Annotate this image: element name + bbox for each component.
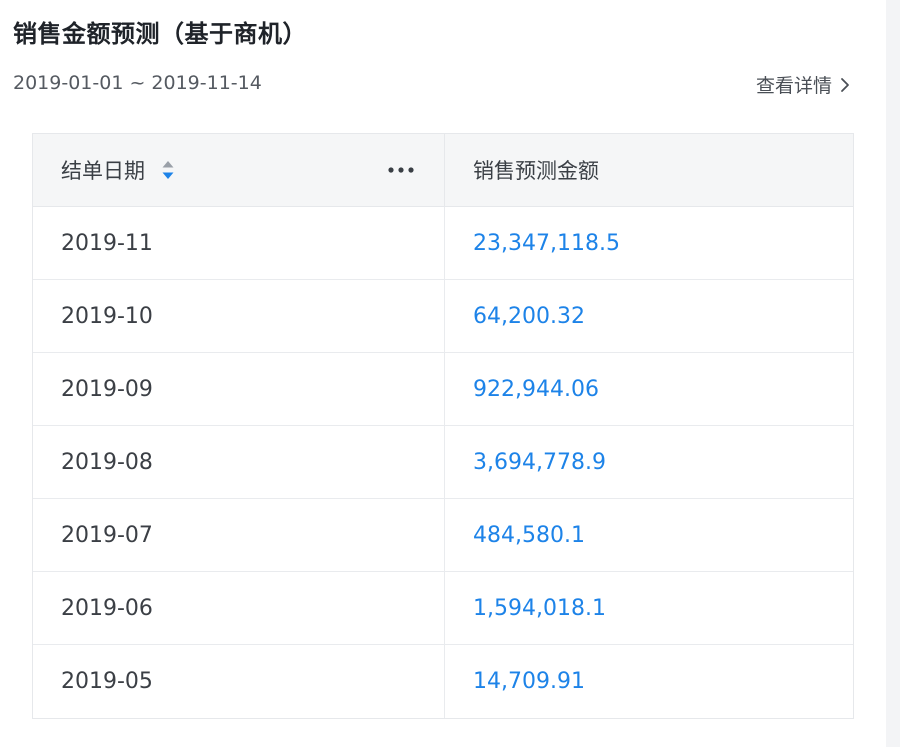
close-date-cell: 2019-07 — [33, 499, 445, 571]
forecast-table: 结单日期 销售预测金额 2019-11 23,347,118.5 2019-10… — [32, 133, 854, 719]
table-row: 2019-07 484,580.1 — [33, 499, 853, 572]
table-body: 2019-11 23,347,118.5 2019-10 64,200.32 2… — [33, 207, 853, 718]
date-range: 2019-01-01 ~ 2019-11-14 — [13, 72, 262, 94]
column-header-close-date[interactable]: 结单日期 — [33, 134, 445, 206]
close-date-cell: 2019-11 — [33, 207, 445, 279]
view-details-link[interactable]: 查看详情 — [756, 71, 853, 98]
close-date-cell: 2019-08 — [33, 426, 445, 498]
forecast-amount-link[interactable]: 14,709.91 — [445, 645, 853, 718]
close-date-cell: 2019-05 — [33, 645, 445, 718]
close-date-cell: 2019-09 — [33, 353, 445, 425]
page-title: 销售金额预测（基于商机） — [13, 20, 307, 48]
column-header-label: 销售预测金额 — [473, 159, 599, 183]
table-header: 结单日期 销售预测金额 — [33, 134, 853, 207]
table-row: 2019-05 14,709.91 — [33, 645, 853, 718]
view-details-label: 查看详情 — [755, 75, 832, 97]
forecast-amount-link[interactable]: 1,594,018.1 — [445, 572, 853, 644]
sort-icon[interactable] — [161, 155, 175, 185]
more-icon[interactable] — [386, 165, 416, 175]
column-header-forecast-amount[interactable]: 销售预测金额 — [445, 134, 853, 206]
close-date-cell: 2019-06 — [33, 572, 445, 644]
forecast-amount-link[interactable]: 484,580.1 — [445, 499, 853, 571]
table-row: 2019-11 23,347,118.5 — [33, 207, 853, 280]
table-row: 2019-06 1,594,018.1 — [33, 572, 853, 645]
sales-forecast-panel: 销售金额预测（基于商机） 2019-01-01 ~ 2019-11-14 查看详… — [0, 0, 900, 747]
chevron-right-icon — [841, 77, 849, 92]
forecast-amount-link[interactable]: 922,944.06 — [445, 353, 853, 425]
forecast-amount-link[interactable]: 64,200.32 — [445, 280, 853, 352]
forecast-amount-link[interactable]: 3,694,778.9 — [445, 426, 853, 498]
forecast-amount-link[interactable]: 23,347,118.5 — [445, 207, 853, 279]
scrollbar-track[interactable] — [886, 0, 900, 747]
table-row: 2019-08 3,694,778.9 — [33, 426, 853, 499]
table-row: 2019-10 64,200.32 — [33, 280, 853, 353]
close-date-cell: 2019-10 — [33, 280, 445, 352]
table-row: 2019-09 922,944.06 — [33, 353, 853, 426]
column-header-label: 结单日期 — [61, 159, 145, 183]
